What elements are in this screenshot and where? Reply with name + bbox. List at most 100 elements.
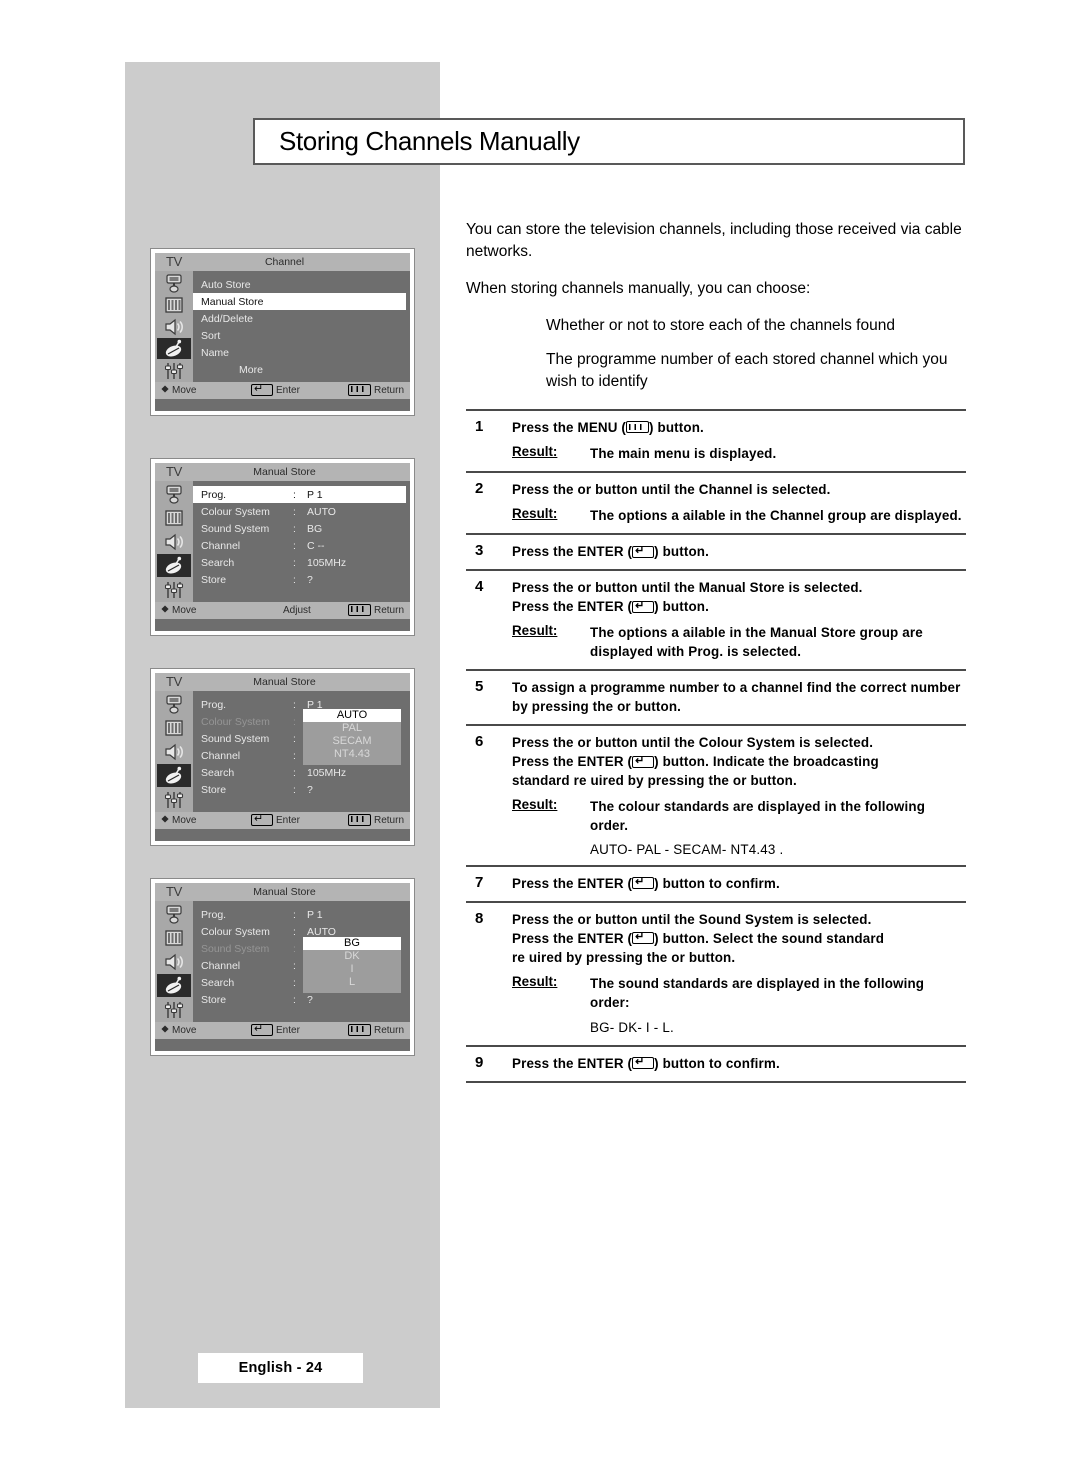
osd-setting-row[interactable]: Store : ? [193,991,410,1008]
dropdown-option-selected[interactable]: AUTO [303,709,401,722]
osd-setting-row[interactable]: Channel : C -- [193,537,410,554]
osd-footer-return: Return [347,603,404,617]
dropdown-option[interactable]: I [303,963,401,976]
osd-footer-mid-label: Enter [276,815,300,826]
osd-footer-enter: Enter [251,813,300,827]
osd-menu-item[interactable]: Sort [193,327,410,344]
osd-menu-item[interactable]: Name [193,344,410,361]
osd-setting-label: Store [201,573,227,586]
step-instruction-line-3: standard re uired by pressing the or but… [512,773,797,789]
osd-screenshot-sound-system: TV Manual Store Prog.: P 1 Colour Syste… [150,878,415,1056]
picture-icon [157,294,191,315]
osd-setting-row[interactable]: Store : ? [193,571,410,588]
dropdown-option-selected[interactable]: BG [303,937,401,950]
step-instruction: Press the ENTER () button to confirm. [512,874,966,893]
osd-setting-row[interactable]: Search : 105MHz [193,764,410,781]
step-2: 2 Press the or button until the Channel … [466,473,966,533]
result-text: The sound standards are displayed in the… [590,974,966,1037]
osd-tv-label: TV [165,884,182,899]
step-instruction-line-1: Press the or button until the Colour Sys… [512,735,874,751]
osd-setting-row[interactable]: Search : 105MHz [193,554,410,571]
osd-setting-colon: : [293,488,296,501]
osd-menu-item[interactable]: Add/Delete [193,310,410,327]
enter-key-icon [632,545,655,558]
speaker-icon [157,530,191,553]
osd-setting-label: Colour System [201,505,270,518]
osd-menu-item[interactable]: Auto Store [193,276,410,293]
osd-footer: ⯁ Move Adjust Return [155,602,410,619]
sound-system-dropdown[interactable]: BG DK I L [303,937,401,993]
osd-setting-value: AUTO [307,505,336,518]
osd-setting-label: Prog. [201,908,227,921]
dropdown-option[interactable]: PAL [303,722,401,735]
osd-setting-label: Prog. [201,698,227,711]
osd-menu-more[interactable]: More [193,361,410,378]
osd-setting-label: Channel [201,959,241,972]
step-instruction: Press the or button until the Channel is… [512,482,831,498]
sliders-icon [157,998,191,1021]
osd-topbar: TV Manual Store [155,673,410,691]
antenna-icon [157,272,191,293]
satellite-dish-icon [157,764,191,787]
dropdown-option[interactable]: L [303,976,401,989]
osd-footer-return-label: Return [373,605,404,616]
osd-setting-row[interactable]: Colour System : AUTO [193,503,410,520]
osd-setting-value: BG [307,522,323,535]
picture-icon [157,506,191,529]
osd-footer-enter: Enter [251,383,300,397]
satellite-dish-icon [157,554,191,577]
osd-setting-row-selected[interactable]: Prog. : P 1 [193,486,406,503]
step-number: 3 [475,542,484,560]
enter-key-icon [632,1056,655,1070]
osd-setting-row[interactable]: Prog. : P 1 [193,906,410,923]
osd-settings-list: Prog. : P 1 Colour System : AUTO Sound S… [193,691,410,812]
step-number: 5 [475,678,484,696]
osd-icon-rail [155,481,193,602]
intro-bullet-1: Whether or not to store each of the chan… [546,317,895,334]
osd-footer-move: ⯁ Move [161,385,196,396]
osd-tv-label: TV [165,464,182,479]
antenna-icon [157,482,191,505]
osd-menu-title: Manual Store [253,466,316,478]
step-text-a: Press the MENU ( [512,420,627,435]
osd-setting-label: Search [201,766,235,779]
osd-menu-title: Manual Store [253,886,316,898]
osd-footer-return-label: Return [373,385,404,396]
page-number-badge: English - 24 [198,1353,363,1383]
osd-setting-row[interactable]: Sound System : BG [193,520,410,537]
colour-system-dropdown[interactable]: AUTO PAL SECAM NT4.43 [303,709,401,765]
step-text-b: ) button to confirm. [654,1055,780,1071]
osd-icon-rail [155,271,193,382]
osd-footer-return-label: Return [373,1025,404,1036]
dropdown-option[interactable]: NT4.43 [303,748,401,761]
osd-footer-enter: Enter [251,1023,300,1037]
step-text-b: ) button. [649,420,704,435]
osd-setting-value: ? [307,993,313,1006]
osd-footer-return-label: Return [373,815,404,826]
dropdown-option[interactable]: SECAM [303,735,401,748]
speaker-icon [157,950,191,973]
intro-copy: You can store the television channels, i… [466,219,966,393]
osd-settings-list: Prog. : P 1 Colour System : AUTO Sound S… [193,901,410,1022]
osd-footer-adjust: Adjust [283,605,311,616]
menu-key-icon [347,813,371,826]
osd-setting-label: Store [201,993,227,1006]
enter-key-icon [251,383,273,396]
intro-paragraph-1: You can store the television channels, i… [466,221,962,260]
dropdown-option[interactable]: DK [303,950,401,963]
result-text-main: The sound standards are displayed in the… [590,975,925,1010]
osd-menu-title: Manual Store [253,676,316,688]
osd-setting-row[interactable]: Store : ? [193,781,410,798]
osd-setting-value: C -- [307,539,325,552]
step-text-b: ) button. [654,544,710,560]
osd-footer: ⯁ Move Enter Return [155,382,410,399]
osd-footer-mid-label: Enter [276,385,300,396]
enter-key-icon [251,813,273,826]
osd-footer-move-label: Move [172,815,197,826]
step-text-a: Press the ENTER ( [512,599,633,615]
osd-setting-label: Colour System [201,925,270,938]
osd-screenshot-manual-store: TV Manual Store Prog.: P 1 Colour Syste… [150,458,415,636]
osd-menu-item-selected[interactable]: Manual Store [193,293,406,310]
result-label: Result: [512,506,590,525]
osd-setting-colon: : [293,505,296,518]
